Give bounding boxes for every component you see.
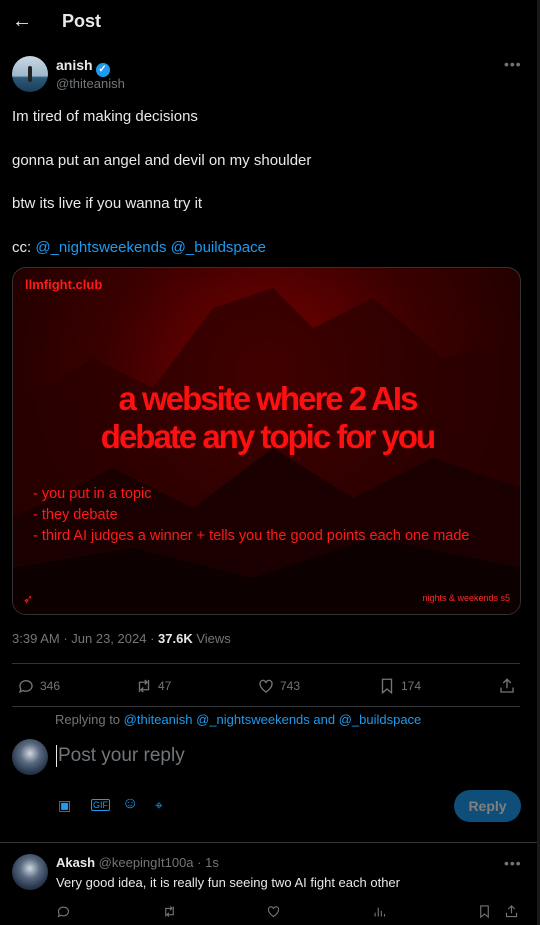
verified-badge-icon: ✓ — [95, 63, 110, 77]
divider — [0, 842, 540, 843]
author-name[interactable]: anish ✓ — [56, 57, 110, 77]
heart-icon — [267, 906, 280, 918]
comment-bookmark-button[interactable] — [477, 904, 492, 919]
comment-share-button[interactable] — [504, 904, 519, 919]
bookmark-icon — [480, 905, 489, 919]
page-title: Post — [62, 11, 102, 31]
gif-icon[interactable]: GIF — [91, 799, 110, 811]
user-avatar[interactable] — [12, 739, 48, 775]
brand-logo-icon: ➶ — [23, 592, 34, 606]
image-icon[interactable]: ▣ — [58, 797, 71, 814]
mention-link[interactable]: @_nightsweekends — [35, 239, 166, 256]
card-site: llmfight.club — [25, 277, 103, 292]
heart-icon — [259, 679, 273, 693]
share-icon — [500, 678, 514, 693]
comment-reply-button[interactable] — [56, 904, 71, 919]
comment-like-button[interactable] — [266, 904, 281, 919]
reply-submit-button[interactable]: Reply — [454, 790, 521, 822]
analytics-icon — [374, 907, 386, 917]
card-headline: a website where 2 AIs debate any topic fo… — [100, 380, 436, 455]
arrow-left-icon[interactable]: ← — [12, 10, 32, 33]
comment-text: Very good idea, it is really fun seeing … — [56, 875, 400, 890]
comment-icon — [57, 906, 70, 918]
card-footer: nights & weekends s5 — [422, 593, 510, 603]
share-icon — [505, 905, 518, 918]
like-button[interactable]: 743 — [257, 677, 300, 695]
repost-icon — [138, 679, 150, 693]
reply-button[interactable]: 346 — [17, 677, 60, 695]
replying-to: Replying to @thiteanish @_nightsweekends… — [55, 712, 422, 727]
author-avatar[interactable] — [12, 56, 48, 92]
commenter-avatar[interactable] — [12, 854, 48, 890]
comment-more-icon[interactable]: ••• — [504, 855, 522, 871]
emoji-icon[interactable]: ☺ — [122, 795, 138, 813]
header: ← Post — [0, 0, 540, 44]
repost-icon — [165, 906, 174, 917]
post-text: Im tired of making decisions gonna put a… — [12, 108, 312, 256]
card-bullets: - you put in a topic - they debate - third… — [33, 486, 470, 544]
post-image[interactable]: llmfight.club a website where 2 AIs debat… — [12, 267, 521, 615]
bookmark-icon — [381, 678, 393, 695]
post-meta: 3:39 AM · Jun 23, 2024 · 37.6K Views — [12, 631, 231, 646]
location-icon[interactable]: ⌖ — [155, 797, 163, 814]
reply-input[interactable]: Post your reply — [56, 745, 185, 767]
divider — [12, 663, 520, 664]
author-handle[interactable]: @thiteanish — [56, 76, 125, 91]
comment-header: Akash @keepingIt100a · 1s — [56, 855, 219, 870]
comment-views-button[interactable] — [372, 904, 387, 919]
share-button[interactable] — [498, 677, 516, 695]
comment-repost-button[interactable] — [162, 904, 177, 919]
more-options-icon[interactable]: ••• — [504, 56, 522, 72]
repost-button[interactable]: 47 — [135, 677, 171, 695]
comment-icon — [18, 680, 33, 694]
mention-link[interactable]: @_buildspace — [171, 239, 266, 256]
divider — [12, 706, 520, 707]
bookmark-button[interactable]: 174 — [378, 677, 421, 695]
